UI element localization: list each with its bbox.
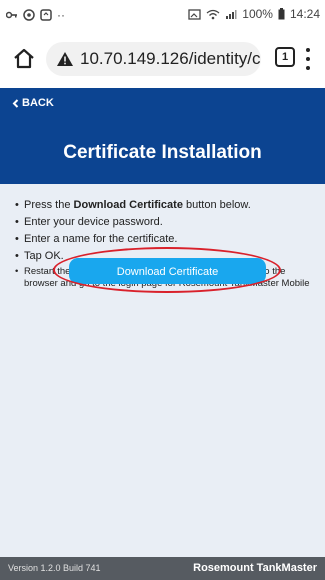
status-dots: ··: [57, 8, 65, 22]
menu-dot: [306, 48, 310, 52]
page-header: BACK Certificate Installation: [0, 88, 325, 184]
instruction-item: Enter a name for the certificate.: [15, 232, 310, 246]
address-bar[interactable]: 10.70.149.126/identity/c: [46, 42, 261, 76]
more-menu-button[interactable]: [298, 48, 318, 70]
menu-dot: [306, 57, 310, 61]
menu-dot: [306, 66, 310, 70]
content-area: Press the Download Certificate button be…: [0, 184, 325, 557]
status-bar: ·· 100% 14:24: [0, 0, 325, 32]
instruction-emphasis: Download Certificate: [73, 199, 183, 211]
version-text: Version 1.2.0 Build 741: [8, 563, 101, 573]
battery-icon: [278, 8, 285, 20]
key-icon: [6, 11, 17, 19]
instruction-item: Enter your device password.: [15, 215, 310, 229]
battery-percent: 100%: [242, 7, 273, 21]
footer: Version 1.2.0 Build 741 Rosemount TankMa…: [0, 557, 325, 580]
wifi-icon: [206, 9, 220, 19]
url-text: 10.70.149.126/identity/c: [80, 49, 261, 68]
home-icon[interactable]: [12, 47, 36, 71]
chevron-left-icon: [12, 98, 19, 108]
cast-icon: [188, 8, 201, 20]
back-label: BACK: [22, 97, 54, 109]
instruction-item: Press the Download Certificate button be…: [15, 198, 310, 212]
tab-switcher-button[interactable]: 1: [275, 47, 295, 67]
back-link[interactable]: BACK: [12, 97, 54, 109]
status-left: ··: [6, 9, 65, 21]
signal-icon: [226, 9, 237, 19]
screen-icon: [40, 9, 52, 21]
download-certificate-button[interactable]: Download Certificate: [69, 258, 266, 284]
warning-icon: [57, 52, 73, 66]
brand-name: Rosemount TankMaster: [193, 562, 317, 574]
browser-toolbar: 10.70.149.126/identity/c 1: [0, 32, 325, 89]
eye-icon: [23, 9, 35, 21]
status-right: 100% 14:24: [188, 8, 320, 20]
clock: 14:24: [289, 7, 320, 21]
page-title: Certificate Installation: [63, 142, 262, 163]
